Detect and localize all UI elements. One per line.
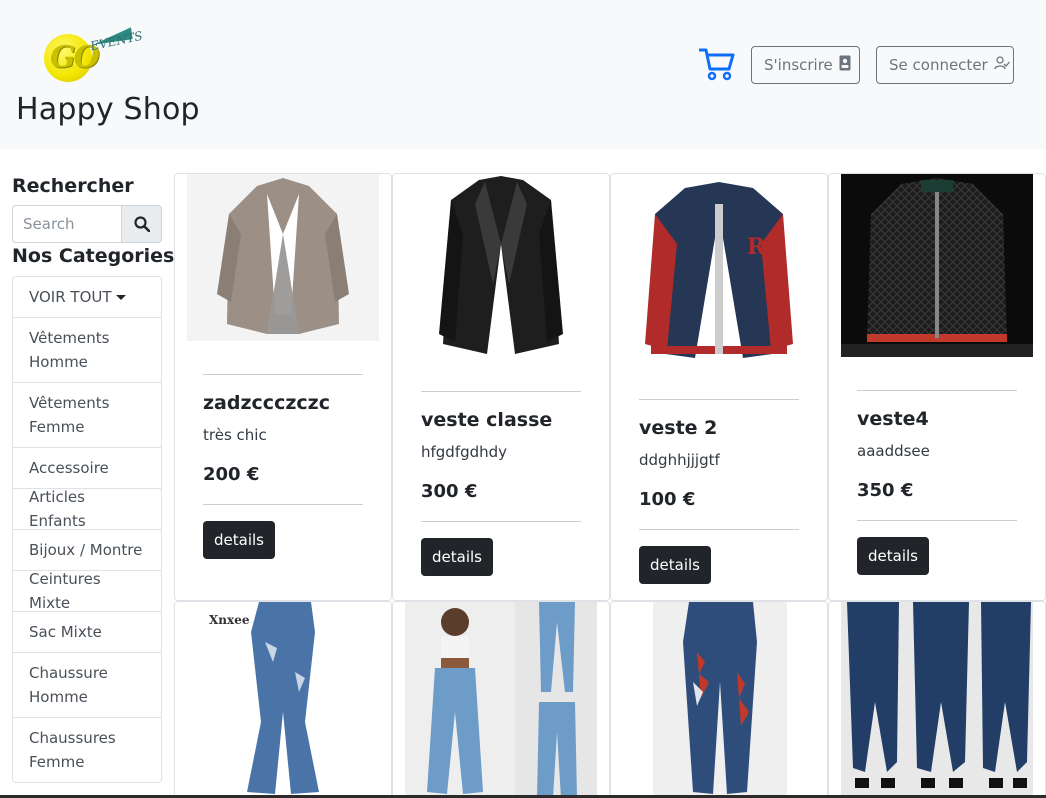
product-title: zadzccczczc [203, 392, 330, 414]
svg-text:R: R [747, 234, 766, 260]
header: GO EVENTS Happy Shop S'inscrire Se conne… [0, 0, 1046, 149]
divider [421, 521, 581, 522]
divider [639, 399, 799, 400]
product-description: ddghhjjjgtf [639, 451, 720, 469]
product-title: veste 2 [639, 417, 718, 439]
category-item[interactable]: Vêtements Femme [13, 383, 161, 448]
product-card: veste4 aaaddsee 350 € details [828, 173, 1046, 601]
product-card: R veste 2 ddghhjjjgtf 100 € details [610, 173, 828, 601]
product-card: Xnxee [174, 601, 392, 798]
product-title: veste classe [421, 409, 553, 431]
product-image-quilted-jacket[interactable] [841, 174, 1033, 357]
category-item[interactable]: Articles Enfants [13, 488, 161, 530]
category-item[interactable]: Chaussures Femme [13, 718, 161, 782]
category-list: VOIR TOUT Vêtements Homme Vêtements Femm… [12, 276, 162, 783]
product-image-flare-jeans-model[interactable] [405, 602, 597, 798]
product-card [392, 601, 610, 798]
divider [857, 390, 1017, 391]
see-all-label: VOIR TOUT [29, 288, 112, 306]
category-item[interactable]: Accessoire [13, 448, 161, 489]
category-item[interactable]: Bijoux / Montre [13, 530, 161, 571]
details-button[interactable]: details [857, 537, 929, 575]
divider [857, 520, 1017, 521]
category-item[interactable]: Sac Mixte [13, 612, 161, 653]
login-button[interactable]: Se connecter [876, 46, 1014, 84]
product-image-skinny-jeans-models[interactable] [841, 602, 1033, 798]
product-image-black-blazer[interactable] [405, 174, 597, 358]
product-price: 100 € [639, 489, 696, 510]
categories-heading: Nos Categories [12, 245, 175, 267]
see-all-dropdown[interactable]: VOIR TOUT [13, 277, 161, 318]
product-description: très chic [203, 426, 267, 444]
details-button[interactable]: details [639, 546, 711, 584]
product-description: aaaddsee [857, 442, 930, 460]
product-image-embroidered-jeans[interactable] [653, 602, 787, 798]
search-heading: Rechercher [12, 175, 134, 197]
product-price: 200 € [203, 464, 260, 485]
image-watermark-label: Xnxee [209, 613, 250, 627]
search-bar [12, 205, 162, 243]
product-description: hfgdfgdhdy [421, 443, 508, 461]
search-button[interactable] [121, 205, 162, 243]
divider [639, 529, 799, 530]
category-item[interactable]: Ceintures Mixte [13, 570, 161, 612]
product-price: 300 € [421, 481, 478, 502]
product-card: zadzccczczc très chic 200 € details [174, 173, 392, 601]
product-card [828, 601, 1046, 798]
signup-label: S'inscrire [764, 56, 833, 74]
category-item[interactable]: Chaussure Homme [13, 653, 161, 718]
product-image-grey-blazer[interactable] [187, 174, 379, 341]
divider [203, 504, 363, 505]
id-card-icon [839, 55, 851, 75]
brand-title[interactable]: Happy Shop [16, 92, 200, 127]
details-button[interactable]: details [421, 538, 493, 576]
divider [421, 391, 581, 392]
product-image-varsity-jacket[interactable]: R [623, 174, 815, 366]
caret-down-icon [115, 294, 126, 300]
search-icon [133, 216, 150, 232]
logo[interactable]: GO EVENTS [42, 26, 144, 86]
product-title: veste4 [857, 408, 929, 430]
cart-icon[interactable] [699, 47, 735, 81]
product-card [610, 601, 828, 798]
details-button[interactable]: details [203, 521, 275, 559]
category-item[interactable]: Vêtements Homme [13, 318, 161, 383]
product-image-flare-jeans[interactable]: Xnxee [187, 602, 379, 798]
search-input[interactable] [12, 205, 121, 243]
product-price: 350 € [857, 480, 914, 501]
product-card: veste classe hfgdfgdhdy 300 € details [392, 173, 610, 601]
user-check-icon [994, 56, 1010, 74]
signup-button[interactable]: S'inscrire [751, 46, 860, 84]
divider [203, 374, 363, 375]
login-label: Se connecter [889, 56, 988, 74]
